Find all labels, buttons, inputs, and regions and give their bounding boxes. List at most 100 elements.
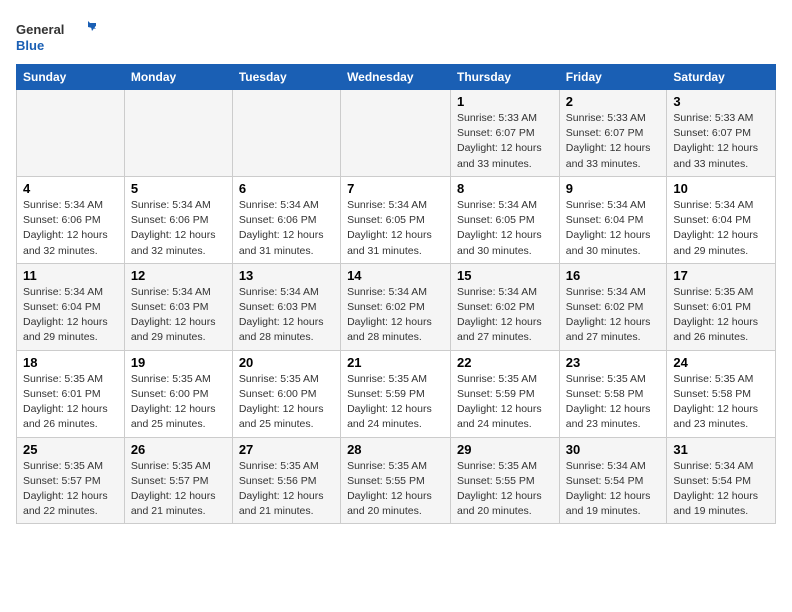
day-number: 10 [673, 181, 769, 196]
logo-svg: General Blue [16, 16, 96, 56]
day-info: Sunrise: 5:35 AMSunset: 6:00 PMDaylight:… [131, 372, 226, 433]
svg-text:General: General [16, 22, 64, 37]
calendar-cell: 2 Sunrise: 5:33 AMSunset: 6:07 PMDaylight… [559, 90, 667, 177]
header-cell-tuesday: Tuesday [232, 65, 340, 90]
calendar-cell: 4Sunrise: 5:34 AMSunset: 6:06 PMDaylight… [17, 176, 125, 263]
calendar-cell [124, 90, 232, 177]
day-number: 3 [673, 94, 769, 109]
calendar-cell: 30 Sunrise: 5:34 AMSunset: 5:54 PMDayligh… [559, 437, 667, 524]
calendar-cell: 28Sunrise: 5:35 AMSunset: 5:55 PMDayligh… [341, 437, 451, 524]
day-info: Sunrise: 5:33 AMSunset: 6:07 PMDaylight:… [673, 111, 769, 172]
day-info: Sunrise: 5:34 AMSunset: 6:02 PMDaylight:… [457, 285, 553, 346]
header-cell-sunday: Sunday [17, 65, 125, 90]
calendar-cell: 8 Sunrise: 5:34 AMSunset: 6:05 PMDaylight… [451, 176, 560, 263]
calendar-cell [17, 90, 125, 177]
day-number: 23 [566, 355, 661, 370]
calendar-cell: 22Sunrise: 5:35 AMSunset: 5:59 PMDayligh… [451, 350, 560, 437]
calendar-cell: 18Sunrise: 5:35 AMSunset: 6:01 PMDayligh… [17, 350, 125, 437]
day-info: Sunrise: 5:35 AMSunset: 5:57 PMDaylight:… [23, 459, 118, 520]
day-number: 27 [239, 442, 334, 457]
day-number: 24 [673, 355, 769, 370]
calendar-cell: 6 Sunrise: 5:34 AMSunset: 6:06 PMDaylight… [232, 176, 340, 263]
week-row-1: 1 Sunrise: 5:33 AMSunset: 6:07 PMDaylight… [17, 90, 776, 177]
day-info: Sunrise: 5:33 AMSunset: 6:07 PMDaylight:… [566, 111, 661, 172]
day-info: Sunrise: 5:34 AMSunset: 6:06 PMDaylight:… [23, 198, 118, 259]
calendar-cell [232, 90, 340, 177]
day-info: Sunrise: 5:35 AMSunset: 5:59 PMDaylight:… [347, 372, 444, 433]
header-cell-monday: Monday [124, 65, 232, 90]
day-info: Sunrise: 5:35 AMSunset: 5:58 PMDaylight:… [566, 372, 661, 433]
week-row-3: 11Sunrise: 5:34 AMSunset: 6:04 PMDayligh… [17, 263, 776, 350]
calendar-cell: 24 Sunrise: 5:35 AMSunset: 5:58 PMDayligh… [667, 350, 776, 437]
calendar-cell: 20 Sunrise: 5:35 AMSunset: 6:00 PMDayligh… [232, 350, 340, 437]
day-info: Sunrise: 5:35 AMSunset: 5:58 PMDaylight:… [673, 372, 769, 433]
week-row-2: 4Sunrise: 5:34 AMSunset: 6:06 PMDaylight… [17, 176, 776, 263]
day-number: 1 [457, 94, 553, 109]
day-number: 28 [347, 442, 444, 457]
svg-text:Blue: Blue [16, 38, 44, 53]
day-info: Sunrise: 5:35 AMSunset: 5:56 PMDaylight:… [239, 459, 334, 520]
day-info: Sunrise: 5:34 AMSunset: 6:04 PMDaylight:… [566, 198, 661, 259]
day-number: 14 [347, 268, 444, 283]
day-info: Sunrise: 5:34 AMSunset: 6:03 PMDaylight:… [131, 285, 226, 346]
day-info: Sunrise: 5:34 AMSunset: 6:02 PMDaylight:… [347, 285, 444, 346]
calendar-cell: 26 Sunrise: 5:35 AMSunset: 5:57 PMDayligh… [124, 437, 232, 524]
day-number: 26 [131, 442, 226, 457]
calendar-cell: 25 Sunrise: 5:35 AMSunset: 5:57 PMDayligh… [17, 437, 125, 524]
day-info: Sunrise: 5:35 AMSunset: 6:01 PMDaylight:… [23, 372, 118, 433]
day-info: Sunrise: 5:33 AMSunset: 6:07 PMDaylight:… [457, 111, 553, 172]
page-header: General Blue [16, 16, 776, 56]
day-number: 20 [239, 355, 334, 370]
day-number: 15 [457, 268, 553, 283]
calendar-cell: 9Sunrise: 5:34 AMSunset: 6:04 PMDaylight… [559, 176, 667, 263]
day-number: 7 [347, 181, 444, 196]
day-info: Sunrise: 5:34 AMSunset: 6:04 PMDaylight:… [23, 285, 118, 346]
day-number: 21 [347, 355, 444, 370]
day-number: 17 [673, 268, 769, 283]
calendar-cell: 15 Sunrise: 5:34 AMSunset: 6:02 PMDayligh… [451, 263, 560, 350]
day-info: Sunrise: 5:35 AMSunset: 6:00 PMDaylight:… [239, 372, 334, 433]
calendar-table: SundayMondayTuesdayWednesdayThursdayFrid… [16, 64, 776, 524]
day-info: Sunrise: 5:34 AMSunset: 5:54 PMDaylight:… [566, 459, 661, 520]
day-number: 25 [23, 442, 118, 457]
day-number: 6 [239, 181, 334, 196]
calendar-cell [341, 90, 451, 177]
day-info: Sunrise: 5:35 AMSunset: 5:57 PMDaylight:… [131, 459, 226, 520]
calendar-header: SundayMondayTuesdayWednesdayThursdayFrid… [17, 65, 776, 90]
calendar-body: 1 Sunrise: 5:33 AMSunset: 6:07 PMDaylight… [17, 90, 776, 524]
day-number: 12 [131, 268, 226, 283]
header-cell-saturday: Saturday [667, 65, 776, 90]
day-info: Sunrise: 5:35 AMSunset: 5:59 PMDaylight:… [457, 372, 553, 433]
week-row-4: 18Sunrise: 5:35 AMSunset: 6:01 PMDayligh… [17, 350, 776, 437]
calendar-cell: 12 Sunrise: 5:34 AMSunset: 6:03 PMDayligh… [124, 263, 232, 350]
calendar-cell: 17Sunrise: 5:35 AMSunset: 6:01 PMDayligh… [667, 263, 776, 350]
day-number: 13 [239, 268, 334, 283]
day-info: Sunrise: 5:34 AMSunset: 5:54 PMDaylight:… [673, 459, 769, 520]
header-cell-friday: Friday [559, 65, 667, 90]
week-row-5: 25 Sunrise: 5:35 AMSunset: 5:57 PMDayligh… [17, 437, 776, 524]
calendar-cell: 19 Sunrise: 5:35 AMSunset: 6:00 PMDayligh… [124, 350, 232, 437]
calendar-cell: 13Sunrise: 5:34 AMSunset: 6:03 PMDayligh… [232, 263, 340, 350]
calendar-cell: 7Sunrise: 5:34 AMSunset: 6:05 PMDaylight… [341, 176, 451, 263]
day-number: 29 [457, 442, 553, 457]
calendar-cell: 3 Sunrise: 5:33 AMSunset: 6:07 PMDaylight… [667, 90, 776, 177]
day-number: 30 [566, 442, 661, 457]
calendar-cell: 27 Sunrise: 5:35 AMSunset: 5:56 PMDayligh… [232, 437, 340, 524]
calendar-cell: 10 Sunrise: 5:34 AMSunset: 6:04 PMDayligh… [667, 176, 776, 263]
calendar-cell: 21 Sunrise: 5:35 AMSunset: 5:59 PMDayligh… [341, 350, 451, 437]
calendar-cell: 29 Sunrise: 5:35 AMSunset: 5:55 PMDayligh… [451, 437, 560, 524]
day-info: Sunrise: 5:34 AMSunset: 6:04 PMDaylight:… [673, 198, 769, 259]
day-number: 8 [457, 181, 553, 196]
day-info: Sunrise: 5:34 AMSunset: 6:06 PMDaylight:… [239, 198, 334, 259]
header-cell-thursday: Thursday [451, 65, 560, 90]
day-number: 16 [566, 268, 661, 283]
logo: General Blue [16, 16, 96, 56]
calendar-cell: 1 Sunrise: 5:33 AMSunset: 6:07 PMDaylight… [451, 90, 560, 177]
day-number: 2 [566, 94, 661, 109]
day-info: Sunrise: 5:34 AMSunset: 6:06 PMDaylight:… [131, 198, 226, 259]
header-row: SundayMondayTuesdayWednesdayThursdayFrid… [17, 65, 776, 90]
header-cell-wednesday: Wednesday [341, 65, 451, 90]
day-info: Sunrise: 5:35 AMSunset: 5:55 PMDaylight:… [457, 459, 553, 520]
day-number: 19 [131, 355, 226, 370]
day-info: Sunrise: 5:34 AMSunset: 6:05 PMDaylight:… [457, 198, 553, 259]
